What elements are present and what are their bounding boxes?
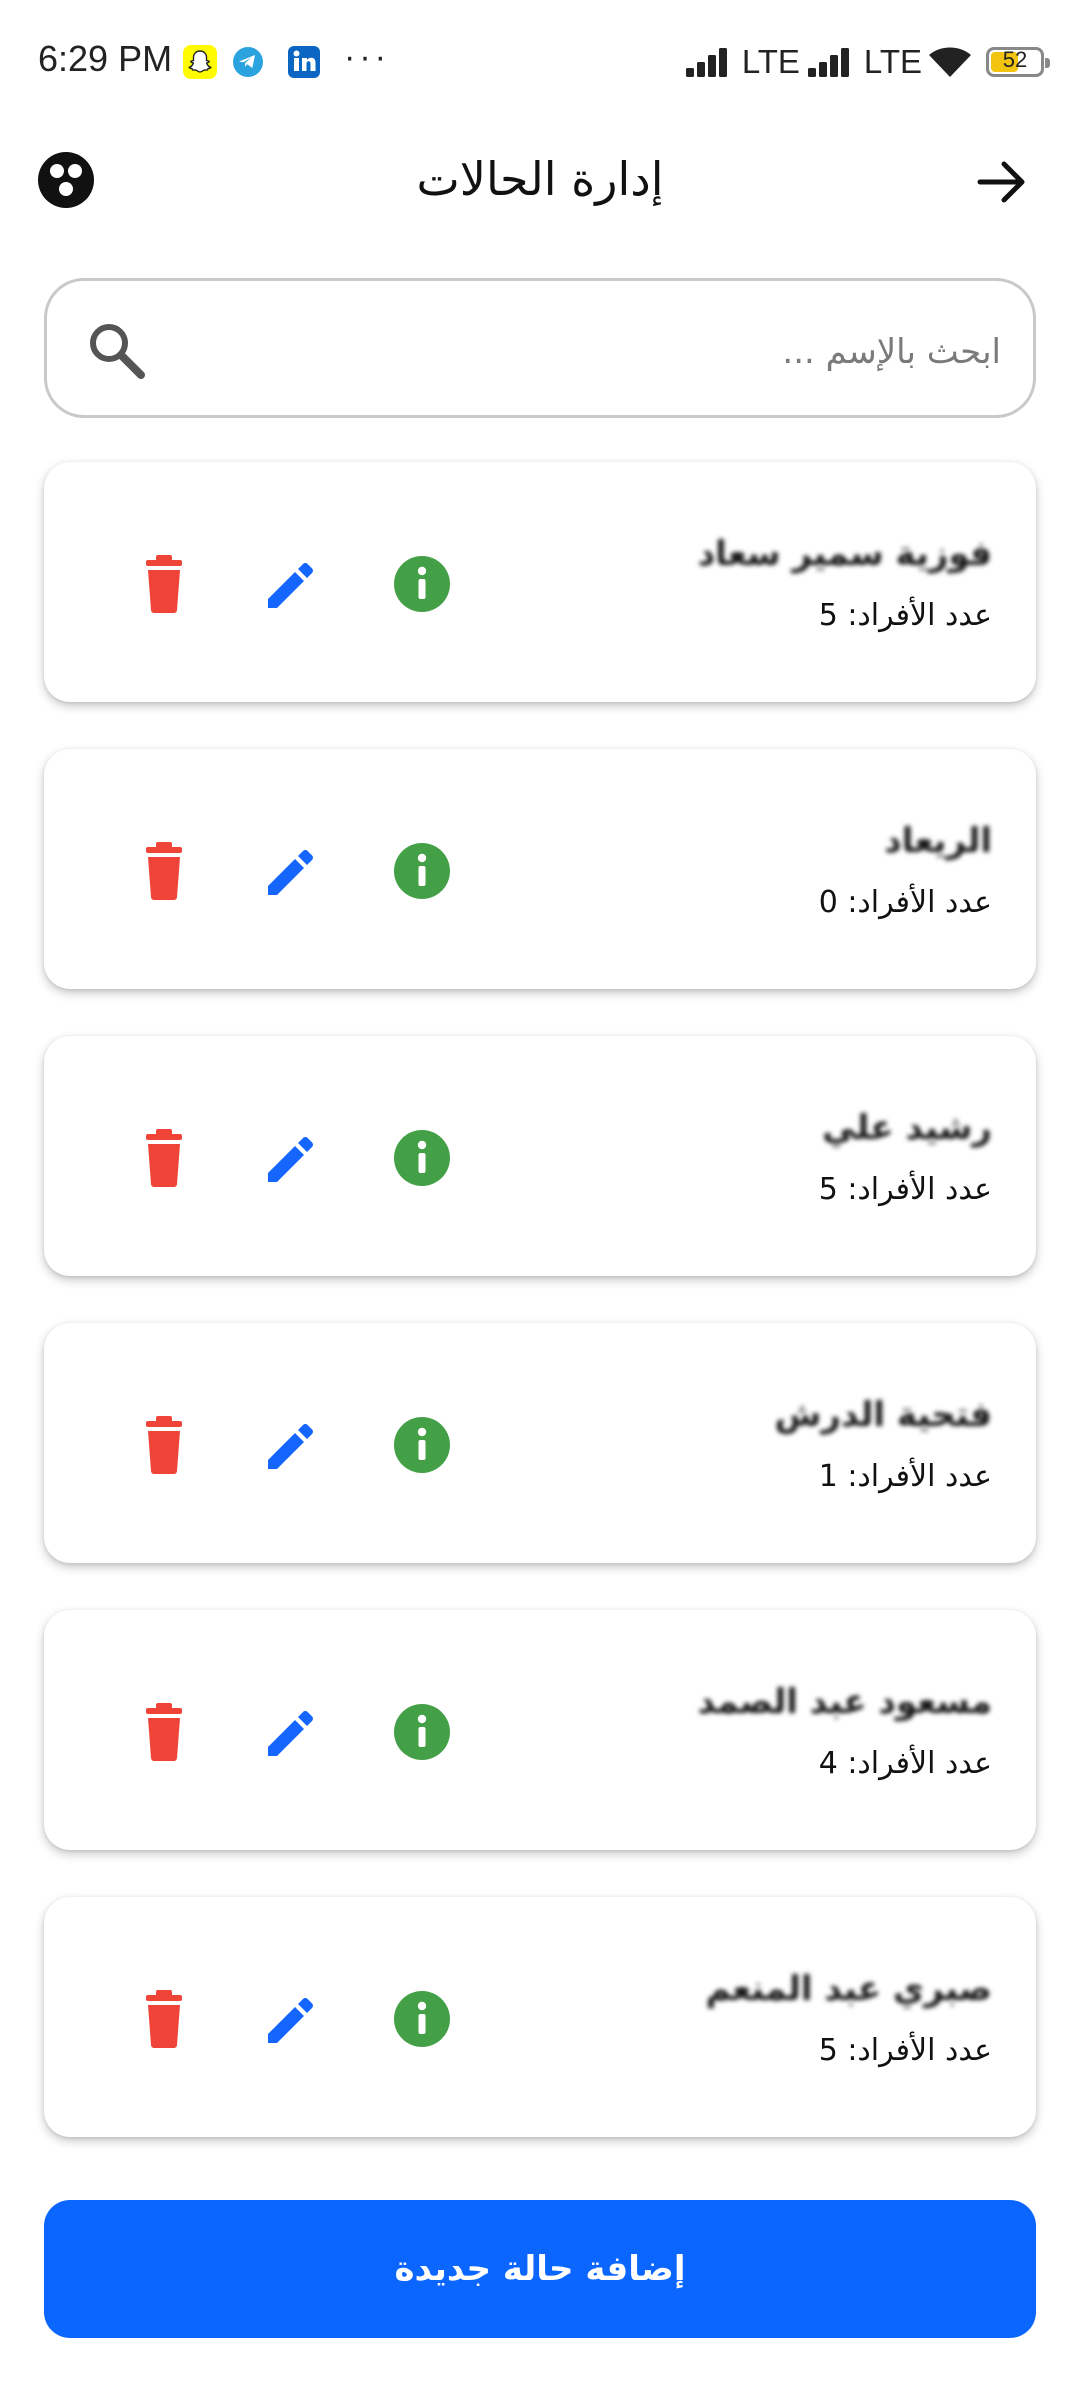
search-box[interactable] bbox=[44, 278, 1036, 418]
case-name: رشيد علي bbox=[822, 1108, 992, 1148]
arrow-right-icon[interactable] bbox=[974, 154, 1030, 210]
trash-icon[interactable] bbox=[132, 1987, 196, 2051]
pencil-icon[interactable] bbox=[260, 552, 324, 616]
screen: 6:29 PM ··· LTE LTE 52 إدارة الحالات ابح… bbox=[0, 0, 1080, 2400]
pencil-icon[interactable] bbox=[260, 1700, 324, 1764]
page-title: إدارة الحالات bbox=[416, 152, 664, 206]
trash-icon[interactable] bbox=[132, 839, 196, 903]
trash-icon[interactable] bbox=[132, 1700, 196, 1764]
trash-icon[interactable] bbox=[132, 1413, 196, 1477]
case-members-count: عدد الأفراد: 4 bbox=[818, 1746, 992, 1781]
search-icon bbox=[90, 324, 145, 379]
info-icon[interactable] bbox=[390, 552, 454, 616]
case-card[interactable]: فتحية الدرش عدد الأفراد: 1 bbox=[44, 1323, 1036, 1563]
linkedin-icon bbox=[288, 46, 320, 78]
add-case-button[interactable]: إضافة حالة جديدة bbox=[44, 2200, 1036, 2338]
pencil-icon[interactable] bbox=[260, 1126, 324, 1190]
info-icon[interactable] bbox=[390, 1413, 454, 1477]
app-bar: إدارة الحالات bbox=[0, 130, 1080, 240]
pencil-icon[interactable] bbox=[260, 1413, 324, 1477]
telegram-icon bbox=[233, 47, 263, 77]
case-members-count: عدد الأفراد: 5 bbox=[818, 598, 992, 633]
case-members-count: عدد الأفراد: 0 bbox=[818, 885, 992, 920]
more-notifications: ··· bbox=[344, 38, 390, 76]
info-icon[interactable] bbox=[390, 1987, 454, 2051]
case-members-count: عدد الأفراد: 1 bbox=[818, 1459, 992, 1494]
search-input[interactable] bbox=[197, 311, 1003, 393]
case-name: صبري عبد المنعم bbox=[705, 1969, 992, 2009]
case-card[interactable]: مسعود عبد الصمد عدد الأفراد: 4 bbox=[44, 1610, 1036, 1850]
case-name: مسعود عبد الصمد bbox=[697, 1682, 992, 1722]
battery-icon: 52 bbox=[986, 47, 1050, 77]
pencil-icon[interactable] bbox=[260, 1987, 324, 2051]
network-type-2: LTE bbox=[863, 43, 922, 80]
trash-icon[interactable] bbox=[132, 552, 196, 616]
case-card[interactable]: فوزية سمير سعاد عدد الأفراد: 5 bbox=[44, 462, 1036, 702]
status-bar: 6:29 PM ··· LTE LTE 52 bbox=[0, 0, 1080, 130]
pencil-icon[interactable] bbox=[260, 839, 324, 903]
signal-icon bbox=[807, 48, 849, 77]
status-right-group: LTE LTE 52 bbox=[684, 40, 1050, 84]
case-name: الريعاد bbox=[884, 821, 992, 861]
wifi-icon bbox=[929, 47, 971, 77]
case-members-count: عدد الأفراد: 5 bbox=[818, 2033, 992, 2068]
info-icon[interactable] bbox=[390, 1700, 454, 1764]
info-icon[interactable] bbox=[390, 839, 454, 903]
trash-icon[interactable] bbox=[132, 1126, 196, 1190]
case-members-count: عدد الأفراد: 5 bbox=[818, 1172, 992, 1207]
case-card[interactable]: الريعاد عدد الأفراد: 0 bbox=[44, 749, 1036, 989]
network-type-1: LTE bbox=[741, 43, 800, 80]
case-name: فوزية سمير سعاد bbox=[697, 534, 992, 574]
battery-level: 52 bbox=[1002, 47, 1028, 72]
info-icon[interactable] bbox=[390, 1126, 454, 1190]
signal-icon bbox=[685, 48, 727, 77]
snapchat-icon bbox=[183, 45, 217, 79]
case-name: فتحية الدرش bbox=[774, 1395, 992, 1435]
status-time: 6:29 PM bbox=[38, 38, 173, 79]
case-card[interactable]: صبري عبد المنعم عدد الأفراد: 5 bbox=[44, 1897, 1036, 2137]
case-card[interactable]: رشيد علي عدد الأفراد: 5 bbox=[44, 1036, 1036, 1276]
